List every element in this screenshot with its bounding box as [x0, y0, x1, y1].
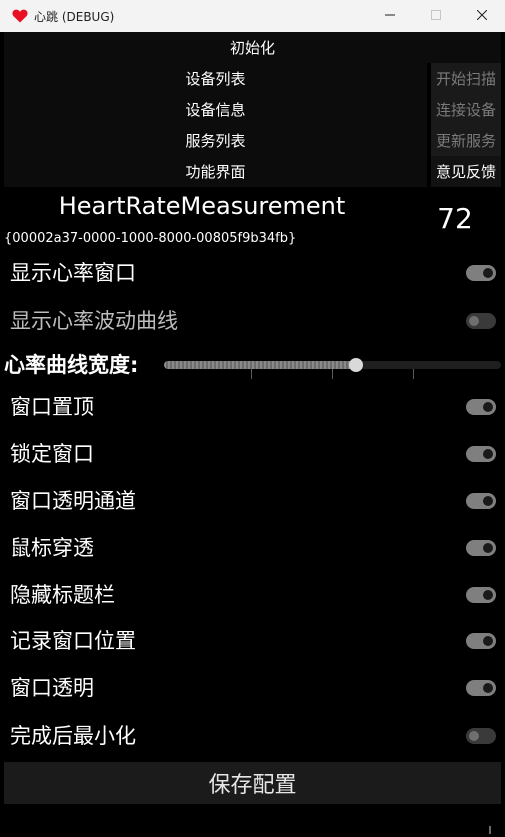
toggle-knob	[469, 731, 479, 741]
setting-alpha-channel: 窗口透明通道	[0, 481, 505, 521]
close-button[interactable]	[459, 0, 505, 32]
start-scan-button[interactable]: 开始扫描	[431, 63, 501, 94]
device-info-button[interactable]: 设备信息	[4, 94, 427, 125]
setting-label: 记录窗口位置	[10, 629, 136, 653]
slider-tick	[251, 369, 252, 379]
title-bar[interactable]: 心跳 (DEBUG)	[0, 0, 505, 32]
scrollbar-indicator[interactable]	[489, 826, 491, 834]
setting-label: 鼠标穿透	[10, 536, 94, 560]
slider-fill	[164, 361, 356, 369]
connect-device-button[interactable]: 连接设备	[431, 94, 501, 125]
minimize-button[interactable]	[367, 0, 413, 32]
toggle-switch[interactable]	[466, 265, 496, 281]
setting-label: 窗口透明通道	[10, 489, 136, 513]
toggle-knob	[483, 683, 493, 693]
toggle-switch[interactable]	[466, 313, 496, 329]
toggle-switch[interactable]	[466, 587, 496, 603]
curve-width-slider[interactable]	[164, 358, 501, 379]
maximize-icon	[431, 8, 441, 24]
setting-label: 显示心率窗口	[10, 261, 136, 285]
slider-thumb[interactable]	[349, 358, 363, 372]
setting-label: 显示心率波动曲线	[10, 309, 178, 333]
curve-width-setting: 心率曲线宽度:	[0, 345, 505, 385]
setting-show-heart-rate-curve: 显示心率波动曲线	[0, 301, 505, 341]
window-title: 心跳 (DEBUG)	[34, 9, 115, 24]
toggle-switch[interactable]	[466, 680, 496, 696]
device-list-button[interactable]: 设备列表	[4, 63, 427, 94]
menu-grid: 初始化 设备列表 设备信息 服务列表 功能界面 开始扫描 连接设备 更新服务 意…	[4, 32, 501, 187]
close-icon	[476, 8, 488, 24]
toggle-knob	[483, 402, 493, 412]
function-view-button[interactable]: 功能界面	[4, 156, 427, 187]
setting-lock-window: 锁定窗口	[0, 434, 505, 474]
setting-hide-title-bar: 隐藏标题栏	[0, 575, 505, 615]
toggle-knob	[483, 268, 493, 278]
toggle-switch[interactable]	[466, 493, 496, 509]
setting-mouse-passthrough: 鼠标穿透	[0, 528, 505, 568]
slider-tick	[332, 369, 333, 379]
setting-window-transparent: 窗口透明	[0, 668, 505, 708]
feedback-button[interactable]: 意见反馈	[431, 156, 501, 187]
setting-label: 窗口透明	[10, 676, 94, 700]
toggle-switch[interactable]	[466, 633, 496, 649]
maximize-button	[413, 0, 459, 32]
heart-icon	[12, 8, 28, 24]
window-controls	[367, 0, 505, 32]
toggle-switch[interactable]	[466, 540, 496, 556]
heart-rate-value: 72	[437, 202, 473, 235]
setting-show-heart-rate-window: 显示心率窗口	[0, 253, 505, 293]
slider-tick	[413, 369, 414, 379]
setting-window-on-top: 窗口置顶	[0, 387, 505, 427]
minimize-icon	[385, 8, 395, 24]
toggle-knob	[483, 590, 493, 600]
update-service-button[interactable]: 更新服务	[431, 125, 501, 156]
setting-label: 隐藏标题栏	[10, 583, 115, 607]
toggle-knob	[483, 636, 493, 646]
characteristic-uuid: {00002a37-0000-1000-8000-00805f9b34fb}	[4, 231, 297, 246]
setting-minimize-when-done: 完成后最小化	[0, 716, 505, 756]
setting-label: 锁定窗口	[10, 442, 94, 466]
characteristic-name: HeartRateMeasurement	[58, 192, 346, 220]
toggle-knob	[483, 543, 493, 553]
service-list-button[interactable]: 服务列表	[4, 125, 427, 156]
toggle-knob	[469, 316, 479, 326]
toggle-switch[interactable]	[466, 446, 496, 462]
toggle-knob	[483, 496, 493, 506]
toggle-knob	[483, 449, 493, 459]
setting-remember-position: 记录窗口位置	[0, 621, 505, 661]
toggle-switch[interactable]	[466, 399, 496, 415]
init-button[interactable]: 初始化	[4, 32, 501, 63]
app-window: 心跳 (DEBUG) 初始化 设备列表 设备信息 服务列表 功能界面 开始扫描 …	[0, 0, 505, 837]
toggle-switch[interactable]	[466, 728, 496, 744]
save-config-button[interactable]: 保存配置	[4, 762, 501, 804]
setting-label: 窗口置顶	[10, 395, 94, 419]
setting-label: 完成后最小化	[10, 724, 136, 748]
curve-width-label: 心率曲线宽度:	[4, 353, 139, 377]
